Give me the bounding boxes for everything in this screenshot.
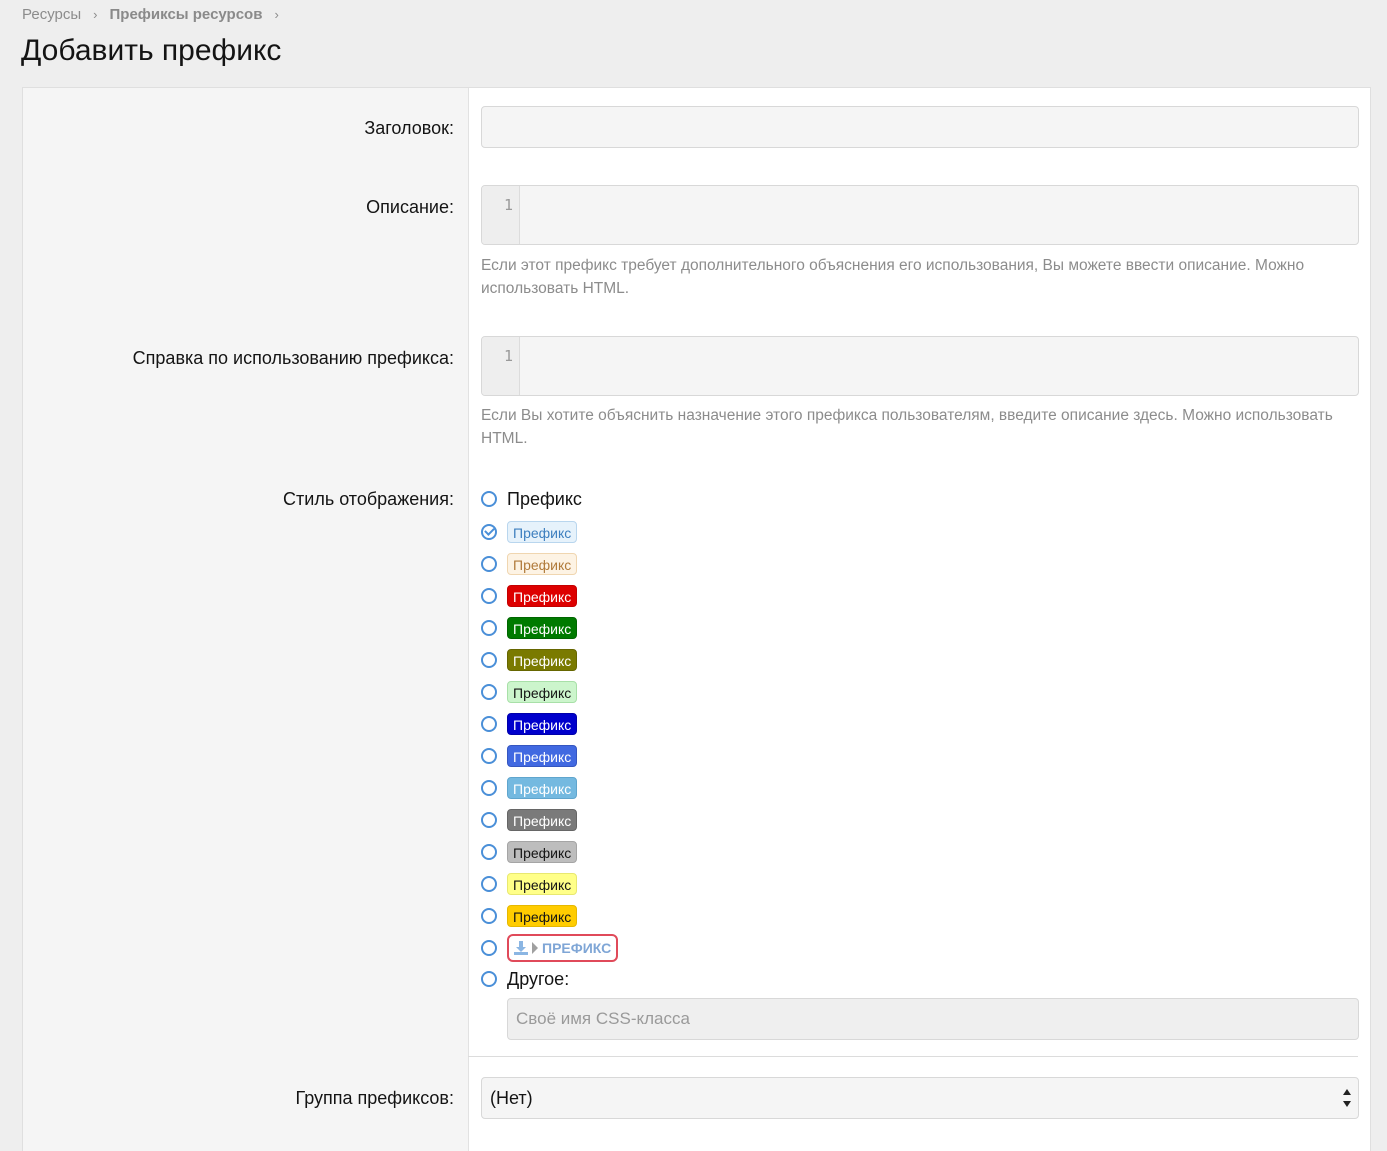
prefix-badge: Префикс <box>507 649 578 671</box>
select-arrows-icon <box>1342 1089 1352 1107</box>
radio-icon[interactable] <box>481 748 497 764</box>
style-option-other[interactable]: Другое: <box>481 965 569 993</box>
caret-right-icon <box>532 942 538 954</box>
title-input[interactable] <box>481 106 1359 148</box>
prefix-group-select[interactable]: (Нет) <box>481 1077 1359 1119</box>
radio-icon[interactable] <box>481 844 497 860</box>
prefix-badge: Префикс <box>507 841 578 863</box>
breadcrumb-separator-icon: › <box>274 7 279 22</box>
download-icon <box>514 941 528 955</box>
radio-icon[interactable] <box>481 716 497 732</box>
other-label: Другое: <box>507 968 570 989</box>
prefix-badge: Префикс <box>507 681 578 703</box>
description-editor[interactable]: 1 <box>481 185 1359 245</box>
prefix-badge: Префикс <box>507 745 578 767</box>
prefix-group-label: Группа префиксов: <box>295 1088 454 1108</box>
display-style-label: Стиль отображения: <box>283 489 454 509</box>
description-hint: Если этот префикс требует дополнительног… <box>481 257 1305 297</box>
usage-help-label: Справка по использованию префикса: <box>132 348 454 368</box>
breadcrumb: Ресурсы › Префиксы ресурсов › <box>22 6 291 23</box>
style-option-plain[interactable]: Префикс <box>481 485 582 513</box>
radio-checked-icon[interactable] <box>481 524 497 540</box>
prefix-badge: Префикс <box>507 521 578 543</box>
style-option[interactable]: Префикс <box>481 902 578 930</box>
radio-icon[interactable] <box>481 971 497 987</box>
page-title: Добавить префикс <box>21 34 282 67</box>
title-label: Заголовок: <box>364 118 454 138</box>
style-option[interactable]: Префикс <box>481 710 578 738</box>
style-option[interactable]: Префикс <box>481 518 578 546</box>
style-option[interactable]: Префикс <box>481 614 578 642</box>
line-number: 1 <box>482 186 520 244</box>
style-option[interactable]: Префикс <box>481 678 578 706</box>
radio-icon[interactable] <box>481 652 497 668</box>
radio-icon[interactable] <box>481 876 497 892</box>
form-input-column <box>468 88 1370 1151</box>
style-option-special[interactable]: ПРЕФИКС <box>481 934 619 962</box>
prefix-group-value: (Нет) <box>490 1087 533 1108</box>
prefix-badge: Префикс <box>507 585 578 607</box>
divider <box>468 1056 1358 1057</box>
radio-icon[interactable] <box>481 491 497 507</box>
style-option[interactable]: Префикс <box>481 646 578 674</box>
prefix-badge: Префикс <box>507 873 578 895</box>
breadcrumb-separator-icon: › <box>93 7 98 22</box>
prefix-badge: Префикс <box>507 553 578 575</box>
radio-icon[interactable] <box>481 908 497 924</box>
style-option[interactable]: Префикс <box>481 870 578 898</box>
special-prefix-badge: ПРЕФИКС <box>507 934 619 962</box>
style-option[interactable]: Префикс <box>481 838 578 866</box>
radio-icon[interactable] <box>481 588 497 604</box>
prefix-badge: Префикс <box>507 617 578 639</box>
radio-icon[interactable] <box>481 812 497 828</box>
prefix-badge: Префикс <box>507 777 578 799</box>
usage-help-editor[interactable]: 1 <box>481 336 1359 396</box>
radio-icon[interactable] <box>481 780 497 796</box>
style-option[interactable]: Префикс <box>481 582 578 610</box>
prefix-badge: Префикс <box>507 713 578 735</box>
breadcrumb-resources[interactable]: Ресурсы <box>22 6 81 23</box>
style-option[interactable]: Префикс <box>481 550 578 578</box>
prefix-badge: Префикс <box>507 905 578 927</box>
custom-css-class-input[interactable] <box>507 998 1359 1040</box>
radio-icon[interactable] <box>481 684 497 700</box>
description-label: Описание: <box>366 197 454 217</box>
usage-help-hint: Если Вы хотите объяснить назначение этог… <box>481 407 1333 447</box>
radio-icon[interactable] <box>481 620 497 636</box>
breadcrumb-resource-prefixes[interactable]: Префиксы ресурсов <box>110 6 263 23</box>
prefix-badge: Префикс <box>507 809 578 831</box>
style-option[interactable]: Префикс <box>481 742 578 770</box>
style-option[interactable]: Префикс <box>481 806 578 834</box>
style-plain-label: Префикс <box>507 488 582 509</box>
radio-icon[interactable] <box>481 940 497 956</box>
line-number: 1 <box>482 337 520 395</box>
style-option[interactable]: Префикс <box>481 774 578 802</box>
special-prefix-text: ПРЕФИКС <box>542 940 612 956</box>
form-panel: Заголовок: Описание: 1 Если этот префикс… <box>22 87 1371 1151</box>
radio-icon[interactable] <box>481 556 497 572</box>
